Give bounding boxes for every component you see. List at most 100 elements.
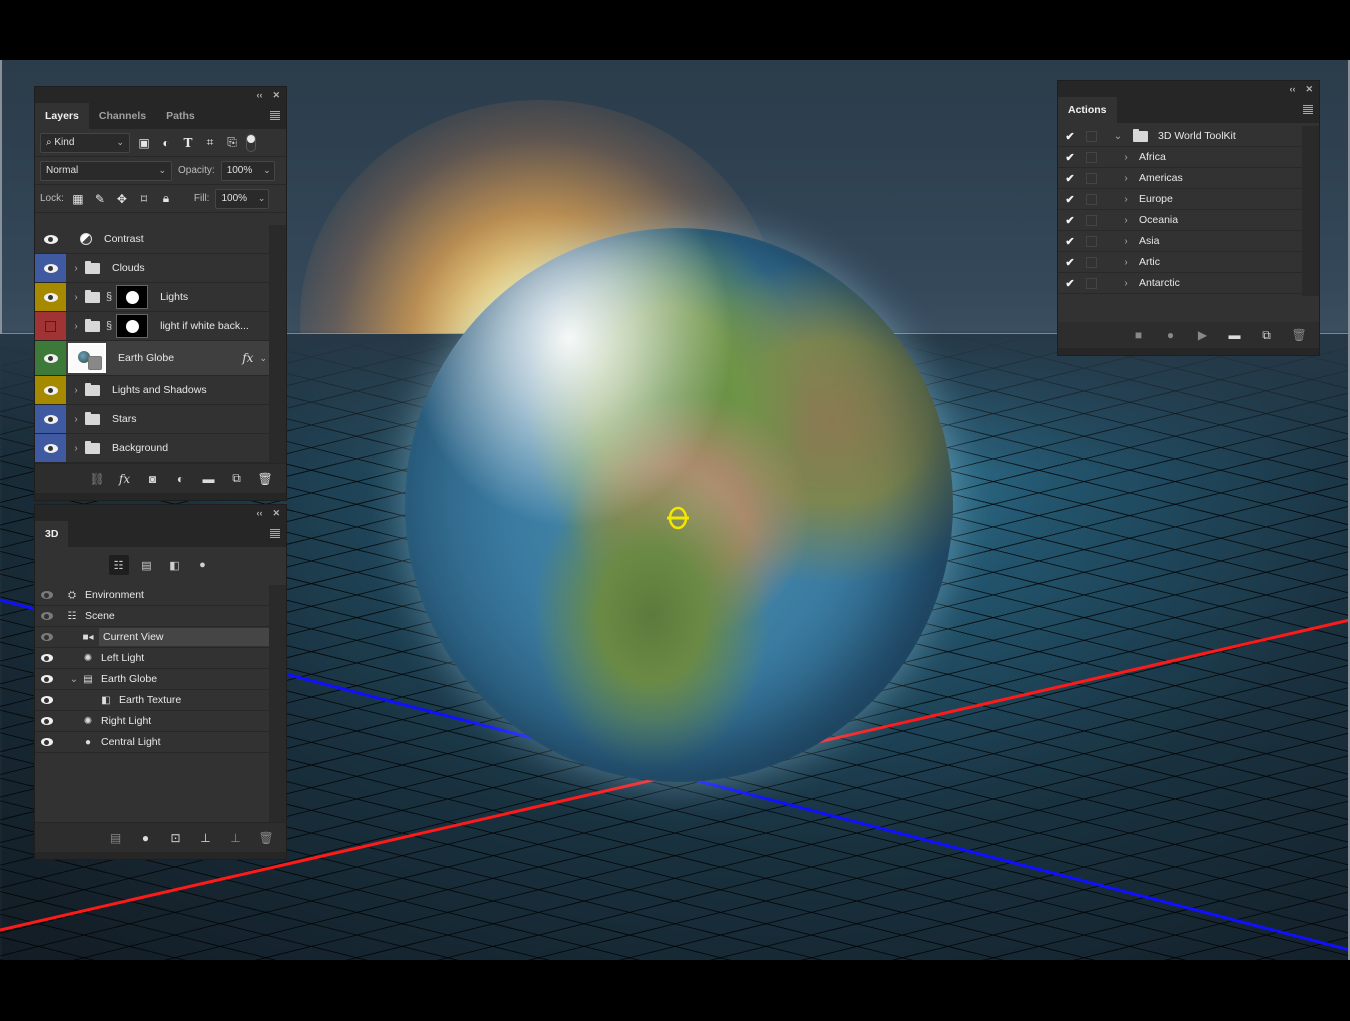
dialog-toggle[interactable] [1086, 193, 1097, 205]
scene-item[interactable]: ⌄ ▤ Earth Globe [35, 669, 271, 690]
opacity-field[interactable]: 100% ⌄ [220, 160, 275, 181]
3d-layer-thumbnail[interactable] [68, 343, 106, 373]
chevron-right-icon[interactable]: › [69, 443, 83, 454]
tab-channels[interactable]: Channels [89, 103, 156, 129]
lock-transparent-icon[interactable]: ▦ [70, 191, 86, 207]
dialog-toggle[interactable] [1086, 130, 1097, 142]
lock-position-move-icon[interactable]: ✥ [114, 191, 130, 207]
visibility-toggle[interactable] [35, 669, 59, 689]
chevron-right-icon[interactable]: › [69, 414, 83, 425]
link-chain-icon[interactable]: § [106, 320, 112, 332]
add-mask-icon[interactable]: ◙ [146, 472, 160, 486]
tab-paths[interactable]: Paths [156, 103, 205, 129]
chevron-down-icon[interactable]: ⌄ [259, 353, 267, 364]
dialog-toggle[interactable] [1086, 214, 1097, 226]
dialog-toggle[interactable] [1086, 235, 1097, 247]
layer-row[interactable]: › § Lights [35, 283, 271, 312]
3d-rotate-widget[interactable] [666, 505, 690, 531]
close-icon[interactable]: ✕ [1305, 84, 1313, 95]
check-icon[interactable]: ✔ [1058, 235, 1082, 248]
tab-3d[interactable]: 3D [35, 521, 69, 547]
chevron-right-icon[interactable]: › [1119, 152, 1133, 163]
actions-scrollbar[interactable] [1302, 126, 1319, 296]
chevron-right-icon[interactable]: › [1119, 236, 1133, 247]
visibility-toggle[interactable] [35, 341, 66, 375]
render-icon[interactable]: ⊡ [169, 831, 183, 845]
collapse-icon[interactable]: ‹‹ [1289, 84, 1295, 94]
layer-row[interactable]: Contrast [35, 225, 271, 254]
chevron-right-icon[interactable]: › [69, 321, 83, 332]
layer-row[interactable]: › Background [35, 434, 271, 463]
action-row[interactable]: ✔ › Europe [1058, 189, 1304, 210]
close-icon[interactable]: ✕ [272, 90, 280, 101]
visibility-toggle[interactable] [35, 627, 59, 647]
action-row[interactable]: ✔ › Asia [1058, 231, 1304, 252]
visibility-toggle[interactable] [35, 254, 66, 282]
filter-kind-select[interactable]: ⌕ Kind ⌄ [40, 132, 130, 153]
check-icon[interactable]: ✔ [1058, 172, 1082, 185]
whole-scene-filter-icon[interactable]: ☷ [108, 555, 129, 575]
scene-item[interactable]: ● Central Light [35, 732, 271, 753]
visibility-toggle[interactable] [35, 648, 59, 668]
adjustment-filter-icon[interactable]: ◐ [158, 135, 174, 151]
new-adjustment-layer-icon[interactable]: ◐ [174, 472, 188, 486]
panel-menu-icon[interactable] [1303, 105, 1313, 114]
panel-menu-icon[interactable] [270, 529, 280, 538]
scene-item[interactable]: ■◂ Current View [35, 627, 271, 648]
type-filter-icon[interactable]: T [180, 135, 196, 151]
layer-row[interactable]: › Clouds [35, 254, 271, 283]
visibility-toggle[interactable] [35, 376, 66, 404]
action-row[interactable]: ✔ › Artic [1058, 252, 1304, 273]
scene-item[interactable]: ✺ Right Light [35, 711, 271, 732]
collapse-icon[interactable]: ‹‹ [256, 90, 262, 100]
new-group-folder-icon[interactable]: ▬ [202, 472, 216, 486]
panel-resize-grip[interactable] [1058, 348, 1319, 355]
new-set-folder-icon[interactable]: ▬ [1228, 328, 1242, 342]
new-action-icon[interactable]: ⧉ [1260, 328, 1274, 343]
delete-layer-trash-icon[interactable]: 🗑︎ [258, 472, 273, 486]
dialog-toggle[interactable] [1086, 151, 1097, 163]
layer-style-fx-icon[interactable]: fx [118, 472, 132, 486]
play-icon[interactable]: ▶ [1196, 328, 1210, 342]
link-layers-icon[interactable]: ⛓ [90, 472, 105, 486]
chevron-down-icon[interactable]: ⌄ [67, 674, 81, 685]
add-light-icon[interactable]: ● [139, 831, 153, 845]
add-mesh-icon[interactable]: ▤ [109, 831, 123, 845]
filter-toggle[interactable] [246, 133, 256, 152]
panel-resize-grip[interactable] [35, 852, 286, 859]
visibility-toggle[interactable] [35, 711, 59, 731]
panel-resize-grip[interactable] [35, 493, 286, 500]
tab-actions[interactable]: Actions [1058, 97, 1117, 123]
visibility-toggle[interactable] [35, 283, 66, 311]
scene-item[interactable]: ⛭ Environment [35, 585, 271, 606]
dialog-toggle[interactable] [1086, 256, 1097, 268]
visibility-toggle[interactable] [35, 434, 66, 462]
action-set-row[interactable]: ✔ ⌄ 3D World ToolKit [1058, 126, 1304, 147]
blend-mode-select[interactable]: Normal ⌄ [40, 160, 172, 181]
close-icon[interactable]: ✕ [272, 508, 280, 519]
record-icon[interactable]: ● [1164, 328, 1178, 342]
visibility-toggle[interactable] [35, 585, 59, 605]
check-icon[interactable]: ✔ [1058, 130, 1082, 143]
check-icon[interactable]: ✔ [1058, 214, 1082, 227]
action-row[interactable]: ✔ › Africa [1058, 147, 1304, 168]
3d-scrollbar[interactable] [269, 585, 286, 825]
stop-icon[interactable]: ■ [1132, 328, 1146, 342]
smart-object-filter-icon[interactable]: ⎘ [224, 135, 240, 151]
check-icon[interactable]: ✔ [1058, 193, 1082, 206]
meshes-filter-icon[interactable]: ▤ [137, 555, 157, 575]
visibility-toggle[interactable] [35, 732, 59, 752]
visibility-toggle[interactable] [35, 312, 66, 340]
layers-scrollbar[interactable] [269, 225, 286, 463]
layer-row[interactable]: › Stars [35, 405, 271, 434]
action-row[interactable]: ✔ › Americas [1058, 168, 1304, 189]
check-icon[interactable]: ✔ [1058, 256, 1082, 269]
visibility-toggle[interactable] [35, 606, 59, 626]
check-icon[interactable]: ✔ [1058, 151, 1082, 164]
visibility-toggle[interactable] [35, 405, 66, 433]
tab-layers[interactable]: Layers [35, 103, 89, 129]
layer-mask-thumbnail[interactable] [116, 314, 149, 338]
chevron-right-icon[interactable]: › [1119, 257, 1133, 268]
new-layer-icon[interactable]: ⧉ [230, 471, 244, 486]
fx-icon[interactable]: fx [242, 351, 253, 365]
